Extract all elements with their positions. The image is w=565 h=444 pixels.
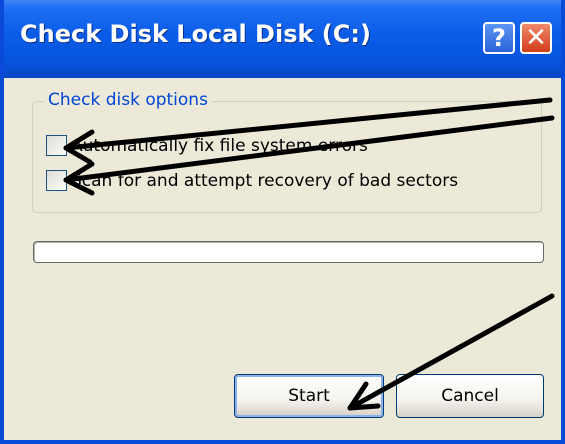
help-button[interactable]: ?: [483, 22, 515, 54]
start-button-label: Start: [288, 386, 330, 406]
option-scan-bad-sectors[interactable]: Scan for and attempt recovery of bad sec…: [46, 170, 458, 191]
cancel-button[interactable]: Cancel: [396, 374, 544, 418]
close-icon: ✕: [525, 23, 547, 53]
scan-bad-sectors-checkbox[interactable]: [46, 170, 67, 191]
close-button[interactable]: ✕: [520, 22, 552, 54]
group-legend: Check disk options: [44, 90, 212, 110]
start-button[interactable]: Start: [234, 374, 384, 418]
dialog-title: Check Disk Local Disk (C:): [20, 20, 371, 48]
option-fix-errors[interactable]: Automatically fix file system errors: [46, 135, 368, 156]
cancel-button-label: Cancel: [441, 386, 499, 406]
fix-errors-label[interactable]: Automatically fix file system errors: [71, 136, 368, 156]
help-icon: ?: [492, 24, 506, 52]
progress-bar: [33, 241, 544, 263]
title-bar[interactable]: Check Disk Local Disk (C:) ? ✕: [4, 0, 561, 78]
fix-errors-checkbox[interactable]: [46, 135, 67, 156]
check-disk-options-group: [32, 101, 542, 213]
scan-bad-sectors-label[interactable]: Scan for and attempt recovery of bad sec…: [71, 171, 458, 191]
